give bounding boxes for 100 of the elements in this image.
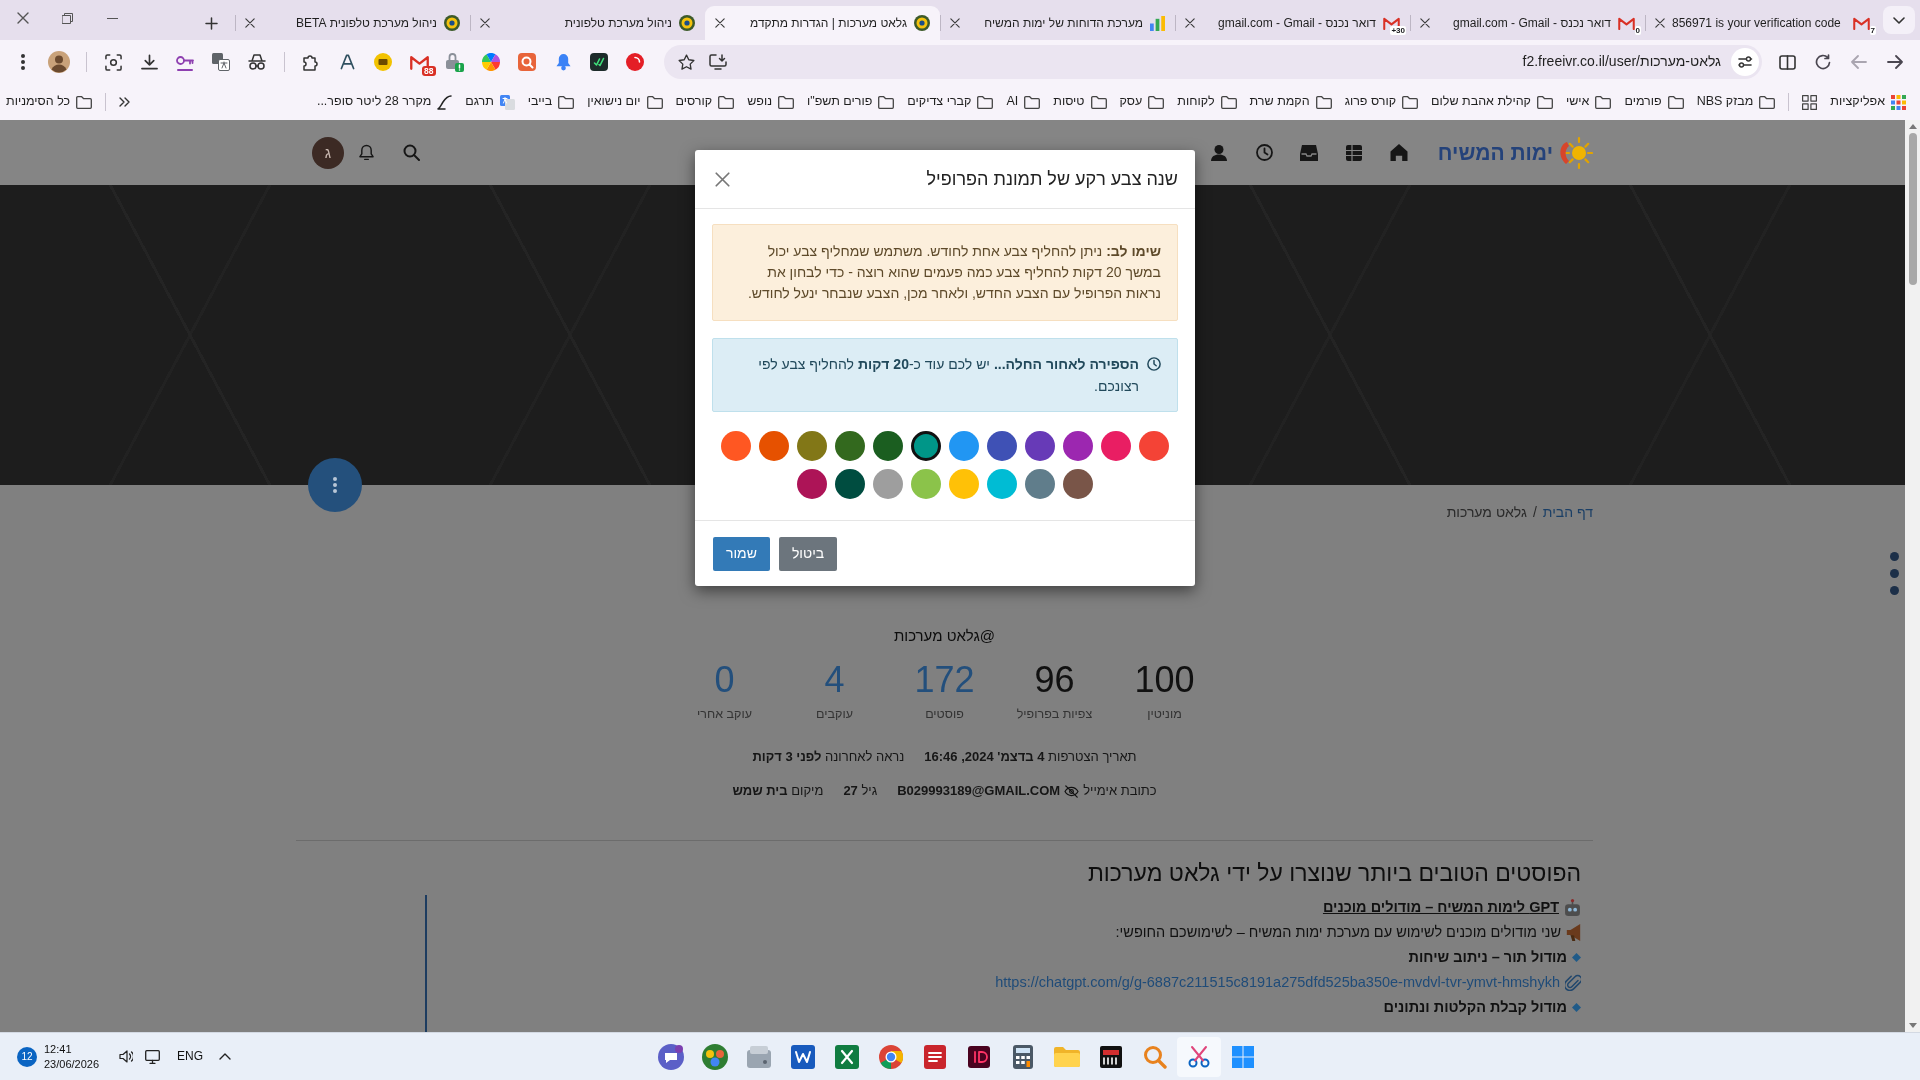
avatar-icon[interactable] xyxy=(48,51,70,73)
all-bookmarks[interactable]: כל הסימניות xyxy=(6,93,93,111)
color-swatch[interactable] xyxy=(873,431,903,461)
address-bar[interactable]: f2.freeivr.co.il/user/גלאט-מערכות xyxy=(664,45,1762,79)
speaker-icon[interactable] xyxy=(119,1050,134,1063)
star-icon[interactable] xyxy=(678,53,695,71)
bookmark[interactable]: יום נישואין xyxy=(587,93,663,111)
cancel-button[interactable]: ביטול xyxy=(778,537,838,571)
menu-button[interactable] xyxy=(308,458,362,512)
start-icon[interactable] xyxy=(1232,1045,1254,1068)
close-icon[interactable] xyxy=(1420,18,1430,28)
spreadsheet-icon[interactable] xyxy=(835,1044,859,1069)
grid-icon[interactable] xyxy=(1802,94,1818,110)
puzzle-icon[interactable] xyxy=(302,53,320,71)
font-icon[interactable] xyxy=(339,54,355,70)
color-swatch[interactable] xyxy=(1063,431,1093,461)
color-swatch[interactable] xyxy=(835,431,865,461)
monitor-icon[interactable] xyxy=(145,1049,161,1064)
close-icon[interactable] xyxy=(1655,18,1665,28)
screenshot-icon[interactable] xyxy=(104,53,122,71)
notification-badge[interactable]: 12 xyxy=(17,1046,37,1067)
bookmark[interactable]: קורסים xyxy=(675,93,735,111)
scissors-icon[interactable] xyxy=(1187,1044,1211,1069)
close-icon[interactable] xyxy=(245,18,255,28)
chevron-up-icon[interactable] xyxy=(219,1053,232,1060)
browser-tab[interactable]: מערכת הדוחות של ימות המשיח xyxy=(940,6,1175,40)
browser-tab[interactable]: 7 856971 is your verification code xyxy=(1645,6,1880,40)
restore-icon[interactable] xyxy=(62,12,73,24)
bookmark[interactable]: פורמים xyxy=(1624,93,1684,111)
record-icon[interactable] xyxy=(626,53,644,71)
bookmark[interactable]: קברי צדיקים xyxy=(907,93,994,111)
more-icon[interactable] xyxy=(21,54,25,70)
color-swatch[interactable] xyxy=(949,431,979,461)
chat-bubble-icon[interactable] xyxy=(658,1043,684,1070)
search-icon[interactable] xyxy=(403,144,420,161)
scrollbar[interactable] xyxy=(1905,120,1920,1032)
color-swatch[interactable] xyxy=(911,431,941,461)
minimize-icon[interactable] xyxy=(107,17,118,19)
apps-bookmark[interactable]: אפליקציות xyxy=(1830,93,1906,111)
bookmark[interactable]: AI xyxy=(1006,93,1041,111)
color-swatch[interactable] xyxy=(759,431,789,461)
bookmark[interactable]: קורס פרוג xyxy=(1344,93,1419,111)
save-button[interactable]: שמור xyxy=(713,537,770,571)
bookmark[interactable]: עסק xyxy=(1119,93,1165,111)
bookmark[interactable]: בייבי xyxy=(527,93,575,111)
url-text[interactable]: f2.freeivr.co.il/user/גלאט-מערכות xyxy=(1522,52,1721,72)
color-swatch[interactable] xyxy=(1139,431,1169,461)
scroll-down-icon[interactable] xyxy=(1908,1023,1917,1028)
close-icon[interactable] xyxy=(16,12,29,24)
bookmark[interactable]: אישי xyxy=(1565,93,1612,111)
tab-search-button[interactable] xyxy=(1883,6,1915,34)
browser-tab[interactable]: גלאט מערכות | הגדרות מתקדמ xyxy=(705,6,940,40)
check-icon[interactable] xyxy=(590,53,608,71)
bookmark[interactable]: קהילת אהבת שלום xyxy=(1431,93,1553,111)
bookmark[interactable]: הקמת שרת xyxy=(1249,93,1332,111)
person-icon[interactable] xyxy=(1211,144,1228,161)
avatar[interactable]: ג xyxy=(312,136,344,169)
translate-icon[interactable] xyxy=(212,53,230,71)
lock-icon[interactable] xyxy=(446,52,464,72)
bookmark[interactable]: תרגם xyxy=(465,93,515,111)
browser-icon[interactable] xyxy=(879,1044,903,1069)
color-swatch[interactable] xyxy=(1101,431,1131,461)
scroll-up-icon[interactable] xyxy=(1908,124,1917,129)
magnifier-icon[interactable] xyxy=(518,53,536,71)
color-swatch[interactable] xyxy=(987,469,1017,499)
close-icon[interactable] xyxy=(715,171,730,187)
clock-icon[interactable] xyxy=(1255,144,1273,161)
clock-date[interactable]: 23/06/2026 xyxy=(44,1057,100,1070)
logo-tile-icon[interactable] xyxy=(1100,1045,1122,1068)
color-swatch[interactable] xyxy=(949,469,979,499)
color-wheel-icon[interactable] xyxy=(482,53,500,71)
language-indicator[interactable]: ENG xyxy=(177,1048,204,1065)
download-icon[interactable] xyxy=(140,54,158,70)
close-icon[interactable] xyxy=(1185,18,1195,28)
install-icon[interactable] xyxy=(709,54,727,70)
bookmark[interactable]: מקרר 28 ליטר סופר... xyxy=(316,93,453,111)
color-swatch[interactable] xyxy=(797,431,827,461)
color-swatch[interactable] xyxy=(911,469,941,499)
close-icon[interactable] xyxy=(715,18,725,28)
split-view-icon[interactable] xyxy=(1778,54,1796,70)
mail-icon[interactable] xyxy=(409,54,429,70)
color-swatch[interactable] xyxy=(721,431,751,461)
post-title[interactable]: GPT לימות המשיח – מודולים מוכנים xyxy=(1322,897,1559,918)
browser-tab[interactable]: ניהול מערכת טלפונית BETA xyxy=(235,6,470,40)
color-swatch[interactable] xyxy=(835,469,865,499)
coin-icon[interactable] xyxy=(374,53,392,71)
document-icon[interactable] xyxy=(791,1044,815,1069)
bookmark[interactable]: פורים תשפ"ו xyxy=(807,93,895,111)
inbox-icon[interactable] xyxy=(1300,144,1319,161)
chevron-down-icon[interactable] xyxy=(1893,16,1905,24)
scrollbar-thumb[interactable] xyxy=(1908,133,1917,285)
section-dot[interactable] xyxy=(1890,569,1899,578)
browser-tab[interactable]: ניהול מערכת טלפונית xyxy=(470,6,705,40)
color-swatch[interactable] xyxy=(1063,469,1093,499)
file-icon[interactable] xyxy=(924,1044,946,1069)
eye-slash-icon[interactable] xyxy=(1064,784,1080,798)
close-icon[interactable] xyxy=(950,18,960,28)
color-swatch[interactable] xyxy=(873,469,903,499)
color-swatch[interactable] xyxy=(1025,469,1055,499)
clock-time[interactable]: 12:41 xyxy=(44,1042,72,1055)
